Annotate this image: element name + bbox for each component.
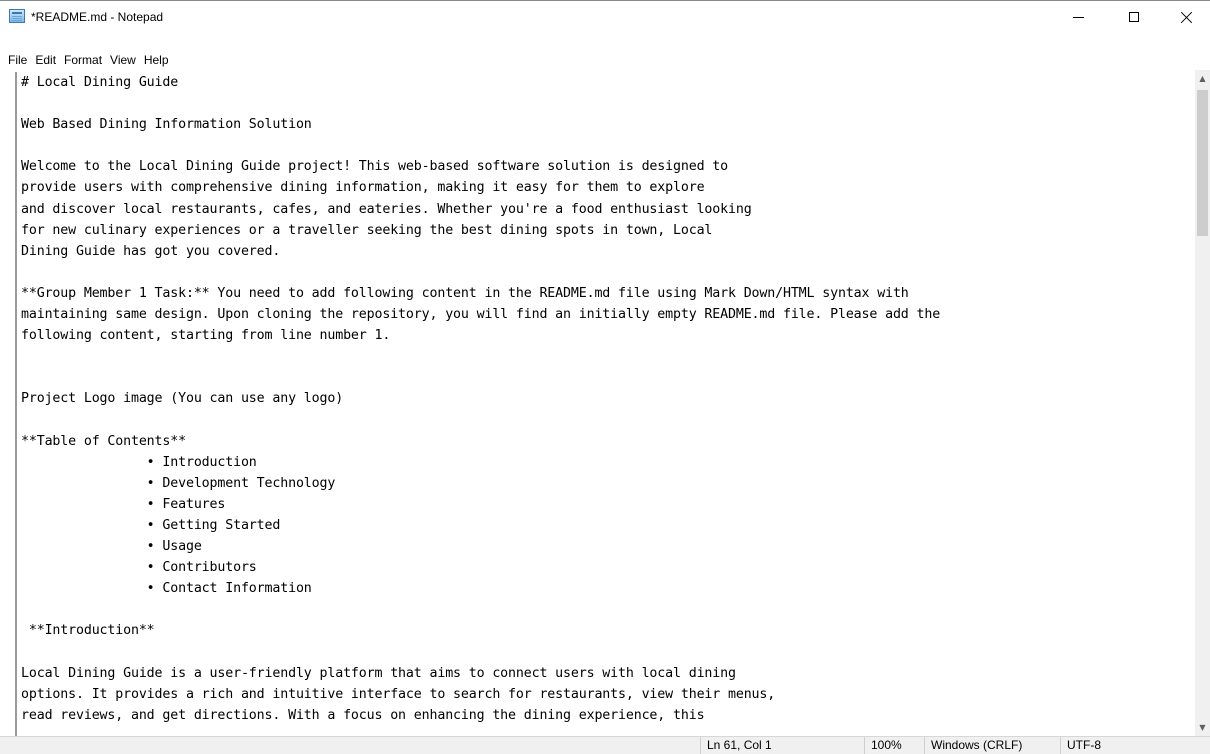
editor-line: **Table of Contents** (21, 433, 186, 449)
editor-line: # Local Dining Guide (21, 75, 179, 90)
editor-line: for new culinary experiences or a travel… (21, 222, 713, 238)
editor-line: Project Logo image (You can use any logo… (21, 391, 344, 407)
minimize-button[interactable] (1055, 1, 1101, 32)
editor-line: and discover local restaurants, cafes, a… (21, 201, 752, 217)
editor-line: provide users with comprehensive dining … (21, 180, 705, 196)
chevron-up-icon: ▲ (1199, 74, 1206, 83)
editor-content[interactable]: # Local Dining Guide Web Based Dining In… (21, 72, 940, 726)
encoding: UTF-8 (1060, 737, 1210, 754)
editor-line: • Contact Information (21, 581, 312, 597)
maximize-button[interactable] (1111, 1, 1157, 32)
cursor-position: Ln 61, Col 1 (700, 737, 864, 754)
editor-line: Welcome to the Local Dining Guide projec… (21, 159, 728, 175)
editor-line: • Features (21, 496, 226, 512)
editor-line: read reviews, and get directions. With a… (21, 707, 705, 723)
editor-line: Local Dining Guide is a user-friendly pl… (21, 665, 736, 681)
editor-line: • Introduction (21, 454, 257, 470)
scroll-down-button[interactable]: ▼ (1195, 719, 1210, 736)
scroll-thumb[interactable] (1197, 90, 1208, 236)
minimize-icon (1072, 17, 1084, 18)
vertical-scrollbar[interactable]: ▲ ▼ (1195, 70, 1210, 736)
menu-help[interactable]: Help (140, 50, 173, 70)
editor-line: **Group Member 1 Task:** You need to add… (21, 285, 909, 301)
notepad-window: *README.md - Notepad File Edit Format Vi… (0, 0, 1210, 754)
status-bar: Ln 61, Col 1 100% Windows (CRLF) UTF-8 (0, 736, 1210, 754)
scroll-up-button[interactable]: ▲ (1195, 70, 1210, 87)
editor-line: Dining Guide has got you covered. (21, 243, 281, 259)
menu-edit[interactable]: Edit (31, 50, 60, 70)
editor-line: Web Based Dining Information Solution (21, 117, 312, 133)
maximize-icon (1129, 11, 1139, 22)
zoom-level: 100% (864, 737, 924, 754)
editor-line: options. It provides a rich and intuitiv… (21, 686, 776, 702)
line-ending: Windows (CRLF) (924, 737, 1060, 754)
editor-line: • Getting Started (21, 517, 281, 533)
window-title: *README.md - Notepad (31, 10, 164, 24)
text-editor[interactable]: # Local Dining Guide Web Based Dining In… (15, 72, 1195, 736)
title-bar[interactable]: *README.md - Notepad (0, 0, 1210, 32)
menu-view[interactable]: View (106, 50, 140, 70)
editor-line: **Introduction** (21, 623, 155, 639)
close-icon (1181, 11, 1193, 23)
editor-line: following content, starting from line nu… (21, 328, 391, 344)
editor-line: • Development Technology (21, 475, 336, 491)
chevron-down-icon: ▼ (1199, 723, 1206, 732)
editor-line: • Usage (21, 539, 202, 555)
editor-line: maintaining same design. Upon cloning th… (21, 307, 941, 323)
notepad-icon[interactable] (9, 9, 25, 23)
editor-line: • Contributors (21, 560, 257, 576)
menu-bar: File Edit Format View Help (0, 50, 1210, 70)
menu-format[interactable]: Format (60, 50, 106, 70)
close-button[interactable] (1164, 1, 1210, 32)
menu-file[interactable]: File (0, 50, 31, 70)
